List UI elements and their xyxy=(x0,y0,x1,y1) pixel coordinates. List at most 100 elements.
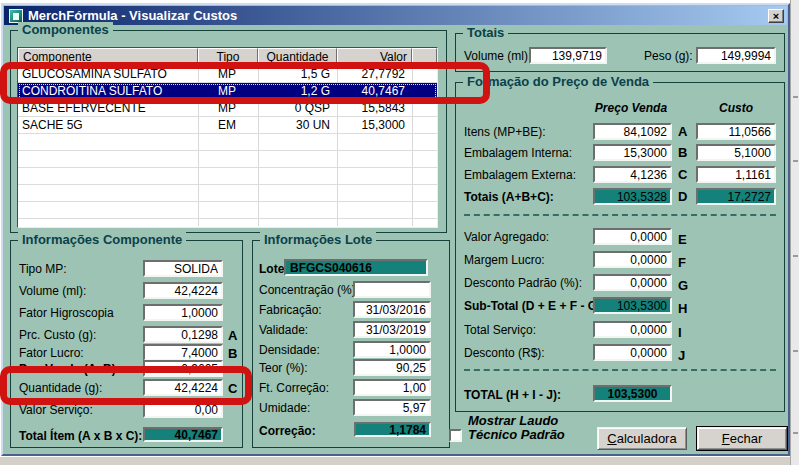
letter-a2: A xyxy=(228,328,237,343)
group-formacao-title: Formação do Preço de Venda xyxy=(463,74,653,89)
letter-g: G xyxy=(678,278,688,293)
tipo-mp-label: Tipo MP: xyxy=(19,262,67,276)
umidade-field[interactable]: 5,97 xyxy=(353,399,431,416)
table-row-empty xyxy=(18,134,437,151)
margem-lucro-field[interactable]: 0,0000 xyxy=(593,251,672,268)
close-icon: × xyxy=(773,10,779,22)
valor-agregado-label: Valor Agregado: xyxy=(464,230,549,244)
mostrar-laudo-label: Mostrar Laudo Técnico Padrão xyxy=(468,414,565,442)
group-info-componente-title: Informações Componente xyxy=(18,232,186,247)
annotation-highlight-selected-row xyxy=(0,62,490,104)
valor-servico-label: Valor Serviço: xyxy=(19,403,93,417)
ft-correcao-field[interactable]: 1,00 xyxy=(353,379,431,396)
cell-quantidade: 30 UN xyxy=(258,118,337,132)
volume-ml-label: Volume (ml): xyxy=(19,284,86,298)
prc-custo-field[interactable]: 0,1298 xyxy=(143,326,223,343)
close-button[interactable]: × xyxy=(768,9,784,23)
background-statusbar xyxy=(0,456,790,465)
totais-abc-preco-field: 103,5328 xyxy=(593,188,672,205)
fabricacao-field[interactable]: 31/03/2016 xyxy=(353,301,431,318)
concentracao-field[interactable] xyxy=(353,281,431,298)
total-servico-field[interactable]: 0,0000 xyxy=(593,321,672,338)
correcao-label: Correção: xyxy=(259,424,316,438)
letter-b: B xyxy=(678,145,687,160)
letter-c: C xyxy=(678,167,687,182)
letter-i: I xyxy=(678,325,682,340)
table-row-empty xyxy=(18,202,437,219)
emb-externa-custo-field[interactable]: 1,1161 xyxy=(696,166,776,183)
total-item-label: Total Ítem (A x B x C): xyxy=(19,429,142,443)
group-info-componente: Informações Componente Tipo MP: SOLIDA V… xyxy=(10,240,243,448)
letter-f: F xyxy=(678,255,686,270)
itens-label: Itens (MP+BE): xyxy=(464,125,546,139)
letter-h: H xyxy=(678,301,687,316)
densidade-label: Densidade: xyxy=(259,343,320,357)
valor-agregado-field[interactable]: 0,0000 xyxy=(593,228,672,245)
total-item-field: 40,7467 xyxy=(143,427,223,442)
tipo-mp-field[interactable]: SOLIDA xyxy=(143,260,223,277)
teor-field[interactable]: 90,25 xyxy=(353,359,431,376)
concentracao-label: Concentração (%): xyxy=(259,283,359,297)
letter-d: D xyxy=(678,189,687,204)
totais-abc-label: Totais (A+B+C): xyxy=(464,190,554,204)
emb-interna-label: Embalagem Interna: xyxy=(464,146,572,160)
peso-field[interactable]: 149,9994 xyxy=(696,47,776,64)
calculadora-button[interactable]: Calculadora xyxy=(597,427,687,450)
lote-field[interactable]: BFGCS040616 xyxy=(284,259,428,276)
group-totais: Totais Volume (ml): 139,9719 Peso (g): 1… xyxy=(455,33,785,72)
desconto-rs-label: Desconto (R$): xyxy=(464,346,545,360)
desconto-rs-field[interactable]: 0,0000 xyxy=(593,344,672,361)
volume-label: Volume (ml): xyxy=(464,49,531,63)
group-totais-title: Totais xyxy=(463,25,508,40)
app-icon xyxy=(9,9,23,23)
fator-higroscopia-field[interactable]: 1,0000 xyxy=(143,304,223,321)
fator-higroscopia-label: Fator Higroscopia xyxy=(19,306,114,320)
peso-label: Peso (g): xyxy=(644,49,693,63)
fechar-button[interactable]: Fechar xyxy=(697,427,787,450)
titlebar: MerchFórmula - Visualizar Custos × xyxy=(4,6,787,25)
group-info-lote-title: Informações Lote xyxy=(260,232,376,247)
validade-label: Validade: xyxy=(259,323,308,337)
itens-custo-field[interactable]: 11,0566 xyxy=(696,123,776,140)
letter-a: A xyxy=(678,124,687,139)
annotation-highlight-quantidade xyxy=(0,366,252,405)
prc-custo-label: Prc. Custo (g): xyxy=(19,328,96,342)
ft-correcao-label: Ft. Correção: xyxy=(259,381,329,395)
cell-componente: SACHE 5G xyxy=(18,118,198,132)
lote-label: Lote xyxy=(259,262,284,276)
volume-ml-field[interactable]: 42,4224 xyxy=(143,282,223,299)
table-row-empty xyxy=(18,151,437,168)
cell-valor: 15,3000 xyxy=(337,118,412,132)
group-formacao-preco-venda: Formação do Preço de Venda Preço Venda C… xyxy=(455,82,785,412)
fator-lucro-field[interactable]: 7,4000 xyxy=(143,344,223,361)
table-row[interactable]: SACHE 5G EM 30 UN 15,3000 xyxy=(18,117,437,134)
fator-lucro-label: Fator Lucro: xyxy=(19,346,84,360)
mostrar-laudo-checkbox[interactable] xyxy=(449,429,462,442)
correcao-field: 1,1784 xyxy=(354,422,431,437)
total-field: 103,5300 xyxy=(593,385,672,402)
dashed-divider xyxy=(464,214,776,216)
sub-total-label: Sub-Total (D + E + F - G): xyxy=(464,299,605,313)
totais-abc-custo-field: 17,2727 xyxy=(696,188,776,205)
itens-preco-field[interactable]: 84,1092 xyxy=(593,123,672,140)
desconto-padrao-field[interactable]: 0,0000 xyxy=(593,274,672,291)
cell-tipo: EM xyxy=(198,118,258,132)
densidade-field[interactable]: 1,0000 xyxy=(353,341,431,358)
table-row-empty xyxy=(18,185,437,202)
emb-interna-custo-field[interactable]: 5,1000 xyxy=(696,144,776,161)
umidade-label: Umidade: xyxy=(259,401,310,415)
col-custo: Custo xyxy=(691,101,781,115)
group-info-lote: Informações Lote Lote BFGCS040616 Concen… xyxy=(252,240,450,448)
emb-externa-preco-field[interactable]: 4,1236 xyxy=(593,166,672,183)
emb-interna-preco-field[interactable]: 15,3000 xyxy=(593,144,672,161)
total-servico-label: Total Serviço: xyxy=(464,323,536,337)
validade-field[interactable]: 31/03/2019 xyxy=(353,321,431,338)
desconto-padrao-label: Desconto Padrão (%): xyxy=(464,276,582,290)
dashed-divider xyxy=(464,369,776,371)
letter-e: E xyxy=(678,232,687,247)
volume-field[interactable]: 139,9719 xyxy=(529,47,607,64)
letter-j: J xyxy=(678,348,685,363)
group-componentes: Componentes Componente Tipo Quantidade V… xyxy=(10,30,447,233)
background-scrollbar xyxy=(790,0,799,465)
table-row-empty xyxy=(18,219,437,228)
